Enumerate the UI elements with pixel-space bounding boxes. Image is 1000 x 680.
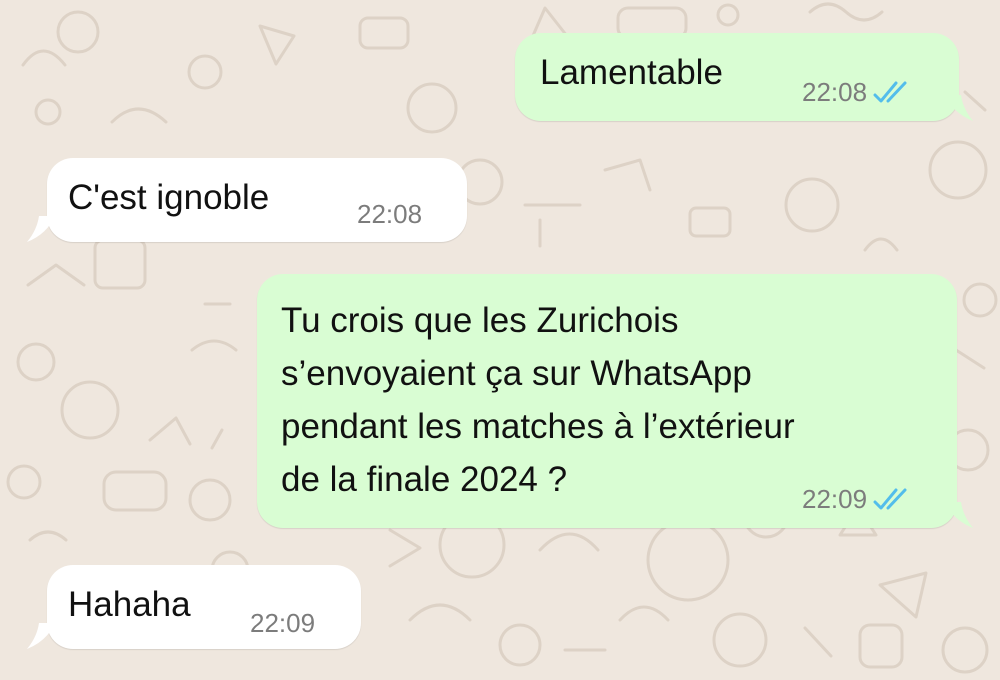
message-text-line: Tu crois que les Zurichois <box>281 301 679 340</box>
bubble-tail <box>945 502 973 528</box>
bubble-tail <box>945 95 973 121</box>
message-meta: 22:08 <box>802 77 917 107</box>
message-meta: 22:09 <box>802 484 917 514</box>
bubble-tail <box>27 216 55 242</box>
outgoing-message-bubble[interactable]: Lamentable 22:08 <box>515 33 973 121</box>
message-text-line: pendant les matches à l’extérieur <box>281 407 795 446</box>
message-timestamp: 22:09 <box>802 484 868 514</box>
double-check-read-icon <box>873 81 907 103</box>
message-text-line: de la finale 2024 ? <box>281 460 568 499</box>
message-text: C'est ignoble <box>68 178 270 217</box>
message-timestamp: 22:08 <box>357 199 423 229</box>
incoming-message-bubble[interactable]: C'est ignoble 22:08 <box>27 158 467 242</box>
message-text-line: s’envoyaient ça sur WhatsApp <box>281 354 752 393</box>
message-text: Lamentable <box>540 53 723 92</box>
incoming-message-bubble[interactable]: Hahaha 22:09 <box>27 565 361 649</box>
message-text: Hahaha <box>68 585 191 624</box>
message-timestamp: 22:08 <box>802 77 868 107</box>
bubble-tail <box>27 623 55 649</box>
double-check-read-icon <box>873 488 907 510</box>
chat-message-list[interactable]: Lamentable 22:08 C'est ignoble 22:08 Tu … <box>0 0 1000 680</box>
message-timestamp: 22:09 <box>250 608 316 638</box>
outgoing-message-bubble[interactable]: Tu crois que les Zurichois s’envoyaient … <box>257 274 973 528</box>
